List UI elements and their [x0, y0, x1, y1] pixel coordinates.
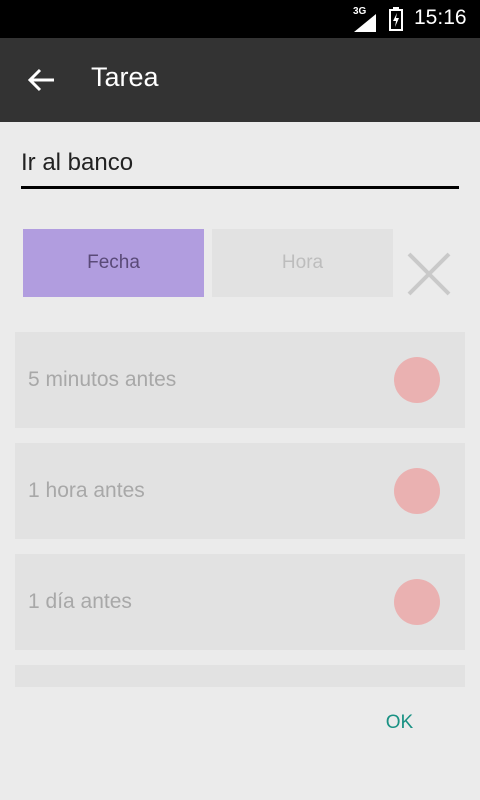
page-title: Tarea	[91, 62, 159, 92]
ok-button[interactable]: OK	[372, 705, 427, 741]
task-name-input[interactable]	[21, 140, 459, 189]
reminder-toggle[interactable]	[394, 579, 440, 625]
battery-charging-icon	[389, 7, 403, 31]
reminder-label: 1 hora antes	[28, 479, 145, 502]
back-arrow-icon[interactable]	[26, 64, 58, 96]
clear-icon[interactable]	[406, 251, 452, 297]
reminder-label: 1 día antes	[28, 590, 132, 613]
reminder-toggle[interactable]	[394, 468, 440, 514]
status-time: 15:16	[414, 6, 467, 29]
reminder-toggle[interactable]	[394, 357, 440, 403]
reminder-item[interactable]: 1 hora antes	[15, 443, 465, 539]
reminder-item[interactable]: 5 minutos antes	[15, 332, 465, 428]
signal-icon	[354, 14, 376, 32]
app-bar: Tarea	[0, 38, 480, 122]
date-button[interactable]: Fecha	[23, 229, 204, 297]
time-button[interactable]: Hora	[212, 229, 393, 297]
reminder-label: 5 minutos antes	[28, 368, 177, 391]
reminder-item[interactable]: 1 día antes	[15, 554, 465, 650]
reminder-item-partial[interactable]	[15, 665, 465, 687]
status-bar: 3G 15:16	[0, 0, 480, 38]
